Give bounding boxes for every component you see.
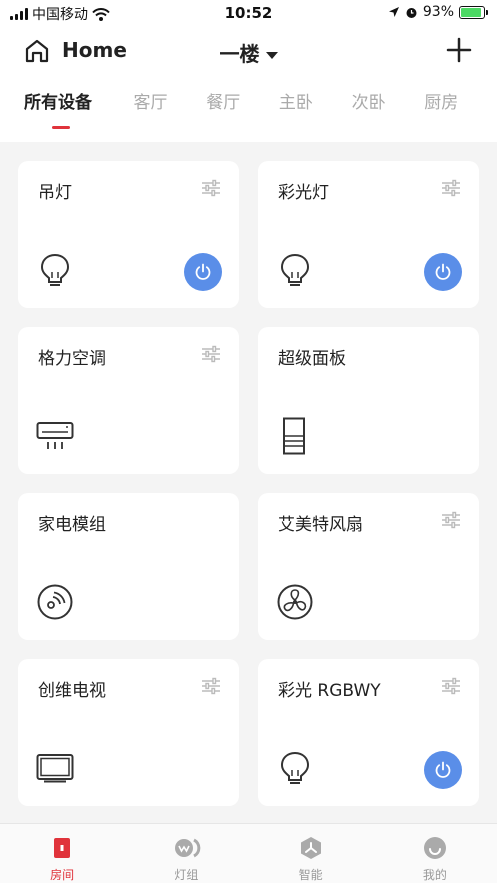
smart-icon (300, 837, 321, 859)
status-bar: 中国移动 10:52 93% (0, 0, 497, 26)
nav-profile[interactable]: 我的 (373, 824, 497, 883)
module-icon (37, 584, 73, 620)
alarm-icon (406, 7, 417, 18)
device-card[interactable]: 彩光灯 (258, 161, 479, 308)
device-name: 彩光 RGBWY (278, 681, 381, 701)
device-name: 家电模组 (38, 515, 106, 535)
floor-label: 一楼 (219, 42, 260, 66)
tab-all-devices[interactable]: 所有设备 (24, 88, 134, 132)
device-card[interactable]: 艾美特风扇 (258, 493, 479, 640)
active-tab-indicator (52, 126, 70, 129)
tab-living-room[interactable]: 客厅 (134, 88, 207, 132)
device-name: 彩光灯 (278, 183, 329, 203)
device-card[interactable]: 超级面板 (258, 327, 479, 474)
air-conditioner-icon (36, 422, 74, 449)
device-card[interactable]: 格力空调 (18, 327, 239, 474)
profile-icon (423, 837, 446, 859)
device-card[interactable]: 创维电视 (18, 659, 239, 806)
settings-sliders-icon[interactable] (441, 511, 461, 529)
settings-sliders-icon[interactable] (201, 677, 221, 695)
panel-icon (283, 417, 305, 455)
nav-label: 智能 (298, 868, 323, 882)
power-icon (195, 263, 211, 280)
bulb-icon (40, 253, 70, 286)
bulb-icon (280, 751, 310, 784)
device-name: 艾美特风扇 (278, 515, 363, 535)
header: Home 一楼 (0, 26, 497, 76)
settings-sliders-icon[interactable] (201, 179, 221, 197)
light-group-icon (175, 838, 201, 858)
nav-rooms[interactable]: 房间 (0, 824, 124, 883)
add-icon[interactable] (445, 36, 473, 64)
status-right: 93% (388, 4, 488, 20)
nav-smart[interactable]: 智能 (249, 824, 373, 883)
floor-select[interactable]: 一楼 (0, 38, 497, 67)
power-button[interactable] (424, 253, 462, 291)
nav-label: 灯组 (174, 868, 199, 882)
power-icon (435, 761, 451, 778)
bottom-nav: 房间 灯组 智能 我的 (0, 823, 497, 883)
nav-label: 房间 (50, 868, 75, 882)
device-card[interactable]: 吊灯 (18, 161, 239, 308)
nav-light-groups[interactable]: 灯组 (124, 824, 248, 883)
tab-kitchen[interactable]: 厨房 (424, 88, 497, 132)
device-name: 格力空调 (38, 349, 106, 369)
tv-icon (36, 754, 74, 783)
room-tabs: 所有设备 客厅 餐厅 主卧 次卧 厨房 (0, 88, 497, 132)
power-button[interactable] (424, 751, 462, 789)
device-grid: 吊灯 彩光灯 格力空调 超级面板 家电模组 艾美特风扇 创维电视 彩光 RGBW… (18, 161, 479, 806)
power-icon (435, 263, 451, 280)
location-icon (388, 7, 399, 17)
battery-icon (459, 5, 488, 19)
device-card[interactable]: 家电模组 (18, 493, 239, 640)
settings-sliders-icon[interactable] (441, 179, 461, 197)
tab-master-bedroom[interactable]: 主卧 (279, 88, 352, 132)
caret-down-icon (265, 52, 278, 59)
room-icon (54, 838, 71, 858)
bulb-icon (280, 253, 310, 286)
tab-dining-room[interactable]: 餐厅 (206, 88, 279, 132)
power-button[interactable] (184, 253, 222, 291)
battery-label: 93% (422, 4, 454, 20)
device-name: 创维电视 (38, 681, 106, 701)
device-card[interactable]: 彩光 RGBWY (258, 659, 479, 806)
battery-fill (461, 7, 482, 17)
nav-label: 我的 (422, 868, 447, 882)
fan-icon (277, 584, 313, 620)
device-name: 超级面板 (278, 349, 346, 369)
settings-sliders-icon[interactable] (441, 677, 461, 695)
settings-sliders-icon[interactable] (201, 345, 221, 363)
tab-second-bedroom[interactable]: 次卧 (352, 88, 425, 132)
device-name: 吊灯 (38, 183, 72, 203)
